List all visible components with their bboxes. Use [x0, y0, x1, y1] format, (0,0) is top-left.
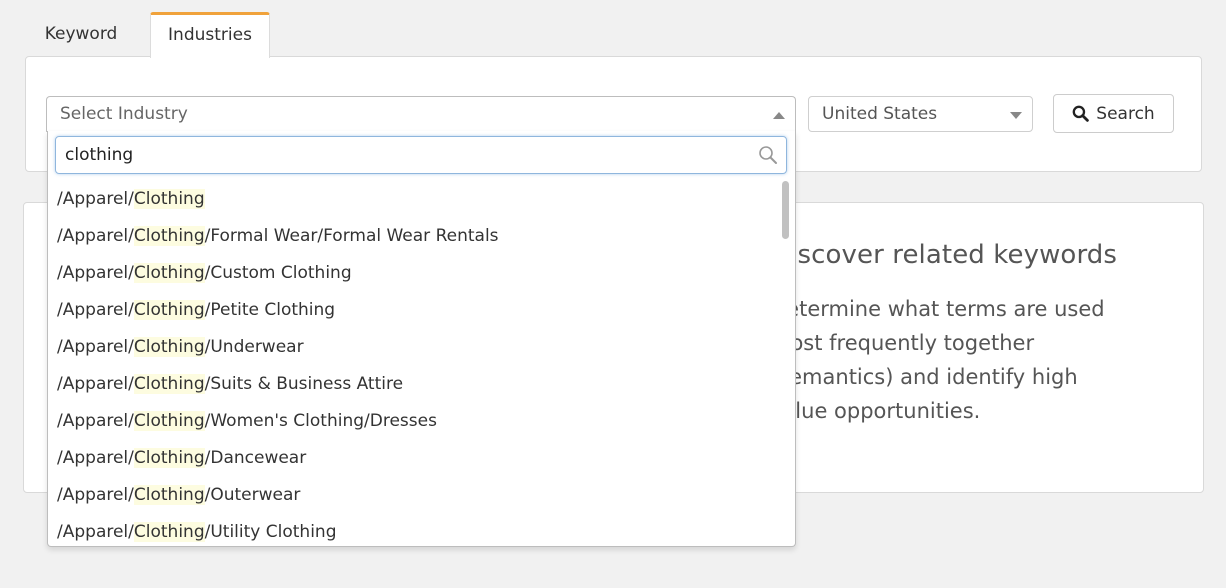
industry-option[interactable]: /Apparel/Clothing/Custom Clothing — [48, 255, 780, 292]
search-button-label: Search — [1096, 103, 1155, 124]
discover-title: Discover related keywords — [770, 240, 1118, 270]
industry-search-box — [55, 136, 787, 174]
option-prefix: /Apparel/ — [57, 300, 134, 320]
industry-option[interactable]: /Apparel/Clothing/Women's Clothing/Dress… — [48, 403, 780, 440]
option-suffix: /Petite Clothing — [204, 300, 336, 320]
search-button[interactable]: Search — [1053, 94, 1174, 133]
option-suffix: /Underwear — [204, 337, 304, 357]
search-icon — [759, 146, 777, 164]
triangle-down-icon[interactable] — [1010, 112, 1022, 119]
discover-section: Discover related keywords Determine what… — [770, 240, 1190, 428]
option-suffix: /Women's Clothing/Dresses — [204, 411, 437, 431]
option-match-highlight: Clothing — [133, 263, 205, 283]
country-select-value: United States — [822, 104, 938, 124]
option-prefix: /Apparel/ — [57, 448, 134, 468]
option-prefix: /Apparel/ — [57, 226, 134, 246]
industry-option[interactable]: /Apparel/Clothing/Petite Clothing — [48, 292, 780, 329]
country-select[interactable]: United States — [808, 96, 1033, 132]
scrollbar[interactable] — [780, 181, 790, 546]
industry-option[interactable]: /Apparel/Clothing/Utility Clothing — [48, 514, 780, 546]
option-suffix: /Suits & Business Attire — [204, 374, 404, 394]
industry-dropdown: /Apparel/Clothing/Apparel/Clothing/Forma… — [47, 131, 796, 547]
option-prefix: /Apparel/ — [57, 374, 134, 394]
option-match-highlight: Clothing — [133, 337, 205, 357]
option-suffix: /Utility Clothing — [204, 522, 337, 542]
industry-option[interactable]: /Apparel/Clothing/Outerwear — [48, 477, 780, 514]
search-icon — [1072, 105, 1090, 122]
discover-body: Determine what terms are used most frequ… — [770, 297, 1105, 423]
option-match-highlight: Clothing — [133, 300, 205, 320]
tab-industries[interactable]: Industries — [150, 12, 270, 58]
option-prefix: /Apparel/ — [57, 485, 134, 505]
triangle-up-icon[interactable] — [773, 112, 785, 119]
industry-option[interactable]: /Apparel/Clothing — [48, 181, 780, 218]
option-prefix: /Apparel/ — [57, 337, 134, 357]
option-prefix: /Apparel/ — [57, 189, 134, 209]
option-suffix: /Dancewear — [204, 448, 307, 468]
option-prefix: /Apparel/ — [57, 522, 134, 542]
industry-search-input[interactable] — [56, 137, 786, 173]
option-match-highlight: Clothing — [133, 411, 205, 431]
option-match-highlight: Clothing — [133, 448, 205, 468]
industry-results-list: /Apparel/Clothing/Apparel/Clothing/Forma… — [48, 181, 780, 546]
industry-option[interactable]: /Apparel/Clothing/Underwear — [48, 329, 780, 366]
option-suffix: /Formal Wear/Formal Wear Rentals — [204, 226, 499, 246]
option-prefix: /Apparel/ — [57, 411, 134, 431]
industry-option[interactable]: /Apparel/Clothing/Suits & Business Attir… — [48, 366, 780, 403]
industry-option[interactable]: /Apparel/Clothing/Formal Wear/Formal Wea… — [48, 218, 780, 255]
option-suffix: /Outerwear — [204, 485, 301, 505]
option-match-highlight: Clothing — [133, 374, 205, 394]
scrollbar-thumb[interactable] — [782, 181, 789, 239]
option-match-highlight: Clothing — [133, 522, 205, 542]
industry-select[interactable]: Select Industry — [46, 96, 796, 132]
option-match-highlight: Clothing — [133, 226, 205, 246]
tab-keyword[interactable]: Keyword — [26, 12, 136, 58]
option-match-highlight: Clothing — [133, 485, 205, 505]
option-suffix: /Custom Clothing — [204, 263, 352, 283]
industry-select-placeholder: Select Industry — [60, 104, 188, 124]
industry-option[interactable]: /Apparel/Clothing/Dancewear — [48, 440, 780, 477]
option-match-highlight: Clothing — [133, 189, 205, 209]
option-prefix: /Apparel/ — [57, 263, 134, 283]
